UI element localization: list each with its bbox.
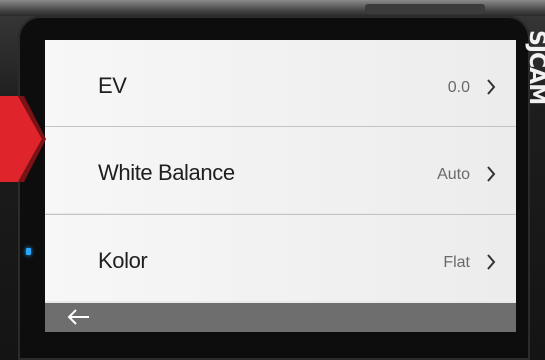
camera-screen: EV 0.0 White Balance Auto Kolor Flat — [45, 40, 516, 332]
menu-item-value: 0.0 — [447, 79, 470, 96]
menu-item-value: Flat — [443, 254, 470, 271]
chevron-right-icon — [486, 166, 496, 182]
chevron-right-icon — [486, 254, 496, 270]
back-arrow-icon[interactable] — [67, 308, 91, 331]
brand-logo: SJCAM — [524, 30, 545, 105]
device-top-slot — [365, 4, 485, 14]
status-led — [26, 248, 31, 255]
menu-item-ev[interactable]: EV 0.0 — [45, 40, 516, 126]
pointer-arrow-icon — [0, 96, 46, 187]
menu-item-white-balance[interactable]: White Balance Auto — [45, 127, 516, 213]
chevron-right-icon — [486, 79, 496, 95]
menu-item-label: Kolor — [98, 248, 148, 273]
camera-device: EV 0.0 White Balance Auto Kolor Flat SJC… — [0, 0, 545, 360]
menu-item-kolor[interactable]: Kolor Flat — [45, 215, 516, 301]
menu-item-label: EV — [98, 73, 127, 98]
menu-item-label: White Balance — [98, 160, 235, 185]
menu-item-value: Auto — [437, 166, 470, 183]
bottom-bar — [45, 303, 516, 332]
